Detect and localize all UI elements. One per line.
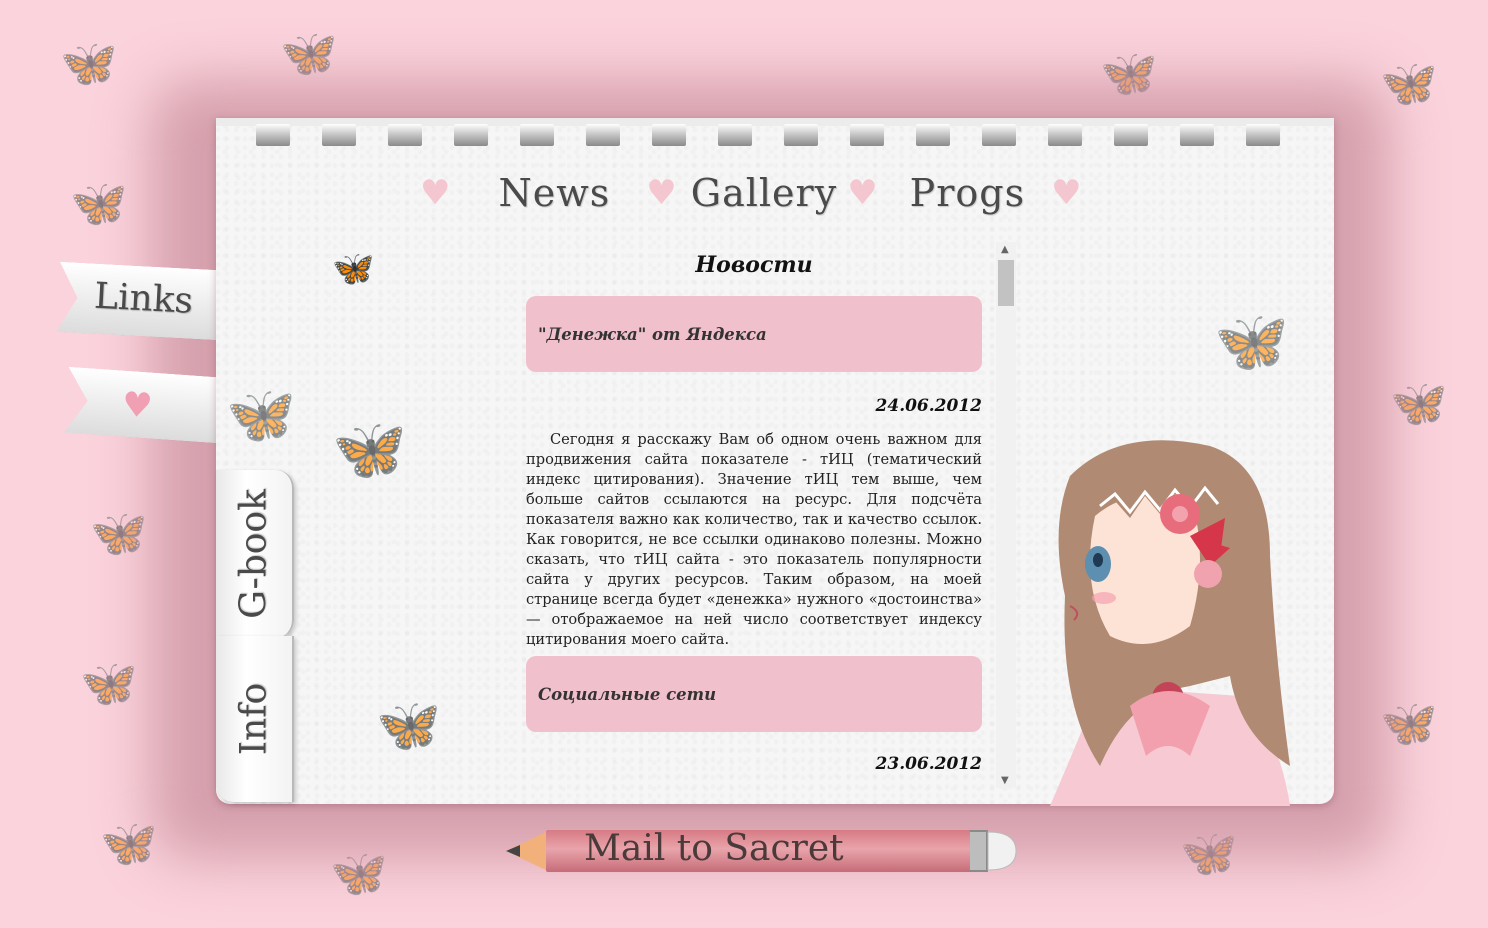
heart-ribbon[interactable]: ♥ [64, 367, 222, 444]
heart-icon: ♥ [847, 173, 878, 213]
butterfly-icon: 🦋 [332, 249, 375, 289]
heart-icon: ♥ [646, 173, 677, 213]
mail-label: Mail to Sacret [584, 828, 844, 869]
butterfly-icon: 🦋 [90, 506, 148, 560]
news-title[interactable]: "Денежка" от Яндекса [526, 296, 982, 372]
tab-gbook-label: G-book [233, 489, 275, 619]
butterfly-icon: 🦋 [60, 36, 118, 90]
butterfly-icon: 🦋 [100, 816, 158, 870]
butterfly-icon: 🦋 [1390, 376, 1448, 430]
nav-gallery[interactable]: Gallery [691, 171, 837, 215]
news-panel[interactable]: Новости "Денежка" от Яндекса 24.06.2012 … [526, 240, 1014, 790]
nav-news[interactable]: News [498, 171, 610, 215]
butterfly-icon: 🦋 [80, 656, 138, 710]
mail-link[interactable]: Mail to Sacret [504, 828, 1020, 874]
scroll-thumb[interactable] [998, 260, 1014, 306]
tab-info[interactable]: Info [216, 636, 294, 802]
news-scrollbar[interactable]: ▲ ▼ [996, 242, 1016, 788]
section-title: Новости [695, 252, 813, 278]
tab-info-label: Info [233, 682, 275, 756]
links-label: Links [93, 275, 195, 322]
news-date: 23.06.2012 [875, 754, 982, 774]
news-title[interactable]: Социальные сети [526, 656, 982, 732]
butterfly-icon: 🦋 [1380, 56, 1438, 110]
butterfly-icon: 🦋 [280, 26, 338, 80]
scroll-up-icon[interactable]: ▲ [1001, 244, 1009, 255]
nav-progs[interactable]: Progs [910, 171, 1025, 215]
butterfly-icon: 🦋 [226, 383, 296, 448]
spiral-binding [216, 118, 1334, 152]
butterfly-icon: 🦋 [1214, 307, 1289, 377]
anime-girl-illustration [1050, 440, 1290, 806]
butterfly-icon: 🦋 [376, 696, 441, 756]
news-body: Сегодня я расскажу Вам об одном очень ва… [526, 431, 982, 648]
news-date: 24.06.2012 [875, 396, 982, 416]
top-nav: ♥ News ♥ Gallery ♥ Progs ♥ [420, 168, 1100, 218]
butterfly-icon: 🦋 [70, 176, 128, 230]
butterfly-icon: 🦋 [332, 415, 407, 485]
scroll-down-icon[interactable]: ▼ [1001, 775, 1009, 786]
heart-icon: ♥ [120, 384, 154, 427]
heart-icon: ♥ [420, 173, 451, 213]
tab-gbook[interactable]: G-book [216, 470, 294, 638]
heart-icon: ♥ [1051, 173, 1082, 213]
links-ribbon[interactable]: Links [56, 262, 221, 340]
